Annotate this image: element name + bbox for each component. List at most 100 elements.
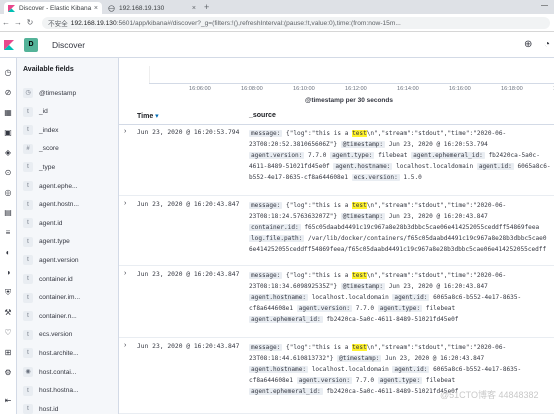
collapse-icon[interactable]: ⇤	[3, 396, 13, 406]
source-line: 6e414252055ceddff54869feea/f65c05daabd44…	[249, 244, 554, 255]
field-item[interactable]: t agent.ephe...	[23, 181, 78, 191]
infra-icon[interactable]: ▤	[3, 208, 13, 218]
field-key: @timestamp:	[340, 141, 386, 148]
field-value: Jun 23, 2020 @ 16:20:53.794	[385, 141, 488, 148]
user-menu-icon[interactable]: ◔	[544, 39, 550, 50]
source-line: cf8a644608e1 agent.version: 7.7.0 agent.…	[249, 303, 554, 314]
canvas-icon[interactable]: ◈	[3, 148, 13, 158]
gear-icon[interactable]: ⚙	[3, 368, 13, 378]
kibana-logo-icon[interactable]	[4, 40, 14, 50]
field-value: 23T08:18:34.609892535Z"}	[249, 283, 341, 290]
expand-row-icon[interactable]: ›	[124, 270, 126, 277]
compass-icon[interactable]: ⊘	[3, 88, 13, 98]
field-name: _score	[39, 145, 59, 153]
table-row: › Jun 23, 2020 @ 16:20:43.847 message: {"l…	[119, 268, 554, 338]
browser-tab-host[interactable]: 192.168.19.130 ×	[104, 2, 200, 14]
column-header-time[interactable]: Time ▾	[137, 112, 159, 124]
field-name: ecs.version	[39, 331, 73, 339]
field-key: agent.hostname:	[249, 294, 309, 301]
field-type-icon: t	[23, 404, 33, 414]
app-badge[interactable]: D	[24, 38, 38, 52]
field-name: @timestamp	[39, 89, 77, 97]
field-item[interactable]: # _score	[23, 143, 59, 154]
field-sidebar: Available fields ◷ @timestamp t _id t _index #…	[17, 58, 119, 414]
source-line: 23T08:18:44.610813732"} @timestamp: Jun …	[249, 353, 554, 364]
field-type-icon: t	[23, 385, 33, 396]
field-item[interactable]: t _index	[23, 125, 58, 136]
field-item[interactable]: t _id	[23, 106, 48, 117]
logs-icon[interactable]: ≡	[3, 228, 13, 238]
globe-icon	[108, 4, 115, 12]
field-value: 7.7.0	[352, 377, 378, 384]
field-value: Jun 23, 2020 @ 16:20:43.847	[385, 213, 488, 220]
field-name: agent.version	[39, 256, 79, 264]
field-key: agent.version:	[249, 152, 305, 159]
field-value: fb2420ca-5a0c-4611-8489-51021fd45e0f	[322, 388, 459, 395]
field-item[interactable]: t host.archite...	[23, 348, 79, 359]
source-line: cf8a644608e1 agent.version: 7.7.0 agent.…	[249, 375, 554, 386]
devtools-icon[interactable]: ⚒	[3, 308, 13, 318]
new-tab-button[interactable]: +	[204, 2, 209, 12]
field-item[interactable]: t _type	[23, 162, 55, 173]
chart-icon[interactable]: ▦	[3, 108, 13, 118]
histogram-plot[interactable]	[149, 66, 554, 83]
kibana-header: D Discover ⊕ ◔	[0, 32, 554, 58]
field-type-icon: t	[23, 311, 33, 322]
browser-tab-kibana[interactable]: Discover - Elastic Kibana ×	[4, 2, 102, 14]
siem-icon[interactable]: ⛨	[3, 288, 13, 298]
field-item[interactable]: t container.im...	[23, 292, 80, 303]
expand-row-icon[interactable]: ›	[124, 128, 126, 135]
monitoring-icon[interactable]: ♡	[3, 328, 13, 338]
apm-icon[interactable]: ◐	[3, 248, 13, 258]
row-source: message: {"log":"this is a test\n","stre…	[249, 128, 554, 183]
field-value: b552-4e17-8635-cf8a644608e1	[249, 174, 352, 181]
field-type-icon: t	[23, 274, 33, 284]
field-item[interactable]: ◷ @timestamp	[23, 88, 76, 98]
field-item[interactable]: t agent.type	[23, 236, 70, 247]
field-item[interactable]: t host.hostna...	[23, 385, 79, 396]
map-icon[interactable]: ⊙	[3, 168, 13, 178]
expand-row-icon[interactable]: ›	[124, 200, 126, 207]
field-item[interactable]: t container.id	[23, 274, 73, 284]
histogram-x-tick: 16:14:00	[397, 86, 419, 92]
field-item[interactable]: t container.n...	[23, 311, 77, 322]
field-type-icon: t	[23, 329, 33, 340]
close-tab-icon[interactable]: ×	[192, 5, 196, 12]
back-icon[interactable]: ←	[0, 18, 12, 27]
expand-row-icon[interactable]: ›	[124, 342, 126, 349]
management-icon[interactable]: ⊞	[3, 348, 13, 358]
minimize-window-button[interactable]: —	[541, 2, 548, 9]
field-item[interactable]: ◉ host.contai...	[23, 367, 76, 377]
field-value: cf8a644608e1	[249, 377, 297, 384]
reload-icon[interactable]: ↻	[24, 18, 36, 27]
field-type-icon: t	[23, 292, 33, 303]
browser-tab-title: 192.168.19.130	[119, 4, 165, 12]
field-item[interactable]: t ecs.version	[23, 329, 73, 340]
help-icon[interactable]: ⊕	[524, 39, 532, 50]
field-type-icon: t	[23, 199, 33, 210]
address-bar: ← → ↻ 不安全 192.168.19.130 :5601/app/kiban…	[0, 14, 554, 32]
field-value: 6e414252055ceddff54869feea/f65c05daabd44…	[249, 246, 547, 253]
close-tab-icon[interactable]: ×	[94, 5, 98, 12]
field-item[interactable]: t agent.id	[23, 218, 62, 229]
field-item[interactable]: t agent.hostn...	[23, 199, 79, 210]
dashboard-icon[interactable]: ▣	[3, 128, 13, 138]
field-name: host.contai...	[39, 368, 77, 376]
field-key: agent.ephemeral_id:	[411, 152, 485, 159]
column-header-source: _source	[249, 112, 276, 119]
clock-icon[interactable]: ◷	[3, 68, 13, 78]
url-field[interactable]: 不安全 192.168.19.130 :5601/app/kibana#/dis…	[42, 17, 550, 29]
field-item[interactable]: t agent.version	[23, 255, 79, 266]
field-key: message:	[249, 202, 283, 209]
uptime-icon[interactable]: ◑	[3, 268, 13, 278]
field-value: filebeat	[422, 305, 456, 312]
discover-main: 16:06:00 16:08:00 16:10:00 16:12:00 16:14:00…	[119, 58, 554, 414]
sort-desc-icon[interactable]: ▾	[155, 113, 159, 120]
field-value: 7.7.0	[352, 305, 378, 312]
forward-icon[interactable]: →	[12, 18, 24, 27]
field-key: @timestamp:	[340, 283, 386, 290]
ml-icon[interactable]: ◎	[3, 188, 13, 198]
field-item[interactable]: t host.id	[23, 404, 58, 414]
not-secure-label[interactable]: 不安全	[48, 18, 68, 28]
field-value: {"log":"this is a	[282, 130, 353, 137]
